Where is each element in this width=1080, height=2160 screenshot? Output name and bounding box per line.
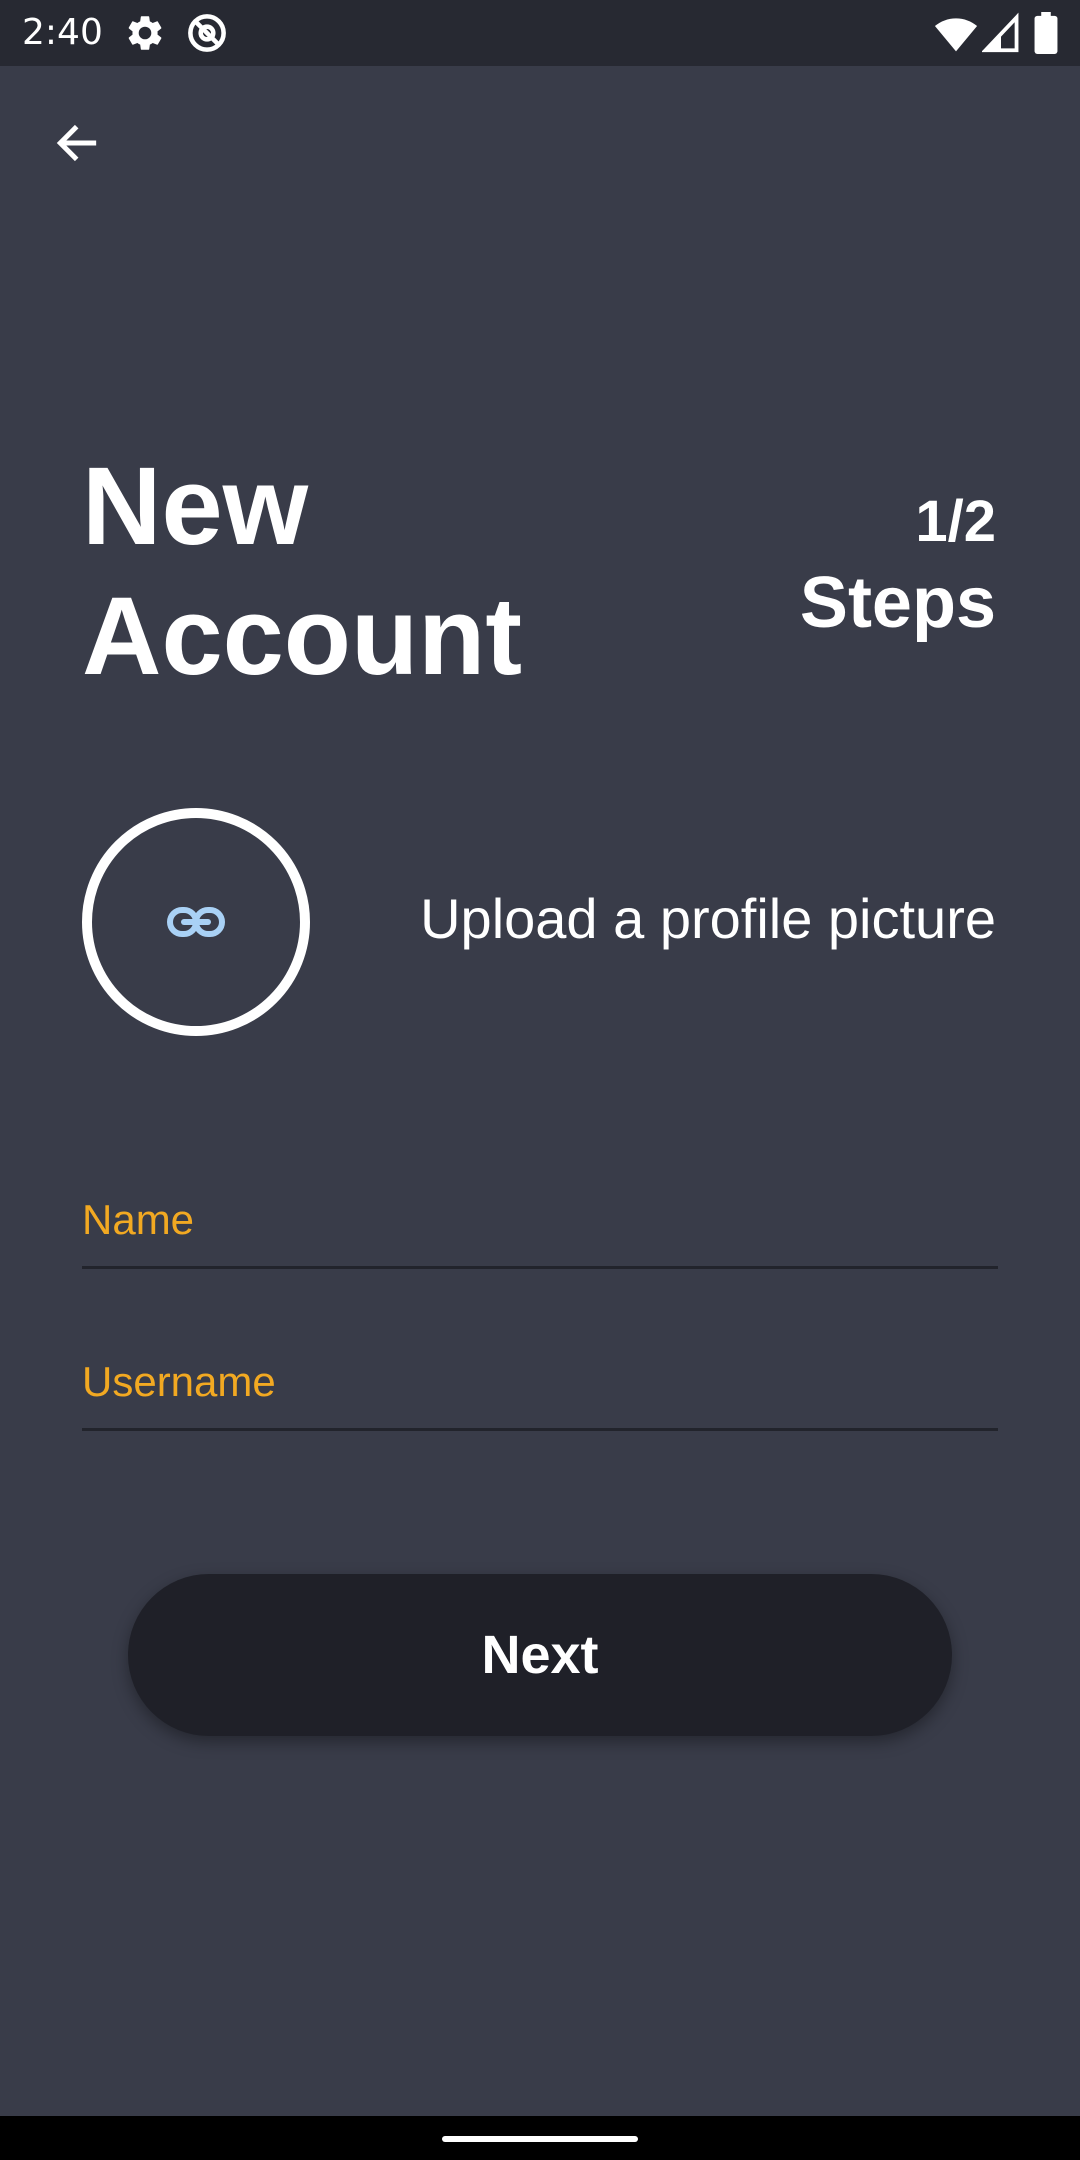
username-input[interactable]: [82, 1342, 1002, 1430]
gear-icon: [128, 16, 162, 50]
username-field[interactable]: Username: [82, 1342, 1002, 1431]
status-time: 2:40: [22, 12, 103, 53]
step-indicator: 1/2 Steps: [800, 484, 996, 646]
name-field[interactable]: Name: [82, 1180, 1002, 1269]
cell-signal-icon: [982, 12, 1019, 53]
name-input[interactable]: [82, 1180, 1002, 1268]
wifi-icon: [934, 18, 978, 52]
status-bar: 2:40: [0, 0, 1080, 66]
next-button[interactable]: Next: [128, 1574, 952, 1736]
back-button[interactable]: [44, 110, 110, 176]
arrow-left-icon: [56, 124, 97, 162]
battery-icon: [1034, 12, 1058, 54]
link-icon: [167, 907, 225, 937]
page-title: New Account: [82, 442, 682, 702]
page-title-line-2: Account: [82, 575, 522, 698]
home-indicator[interactable]: [442, 2136, 638, 2142]
step-label: Steps: [799, 563, 996, 643]
profile-picture-upload-button[interactable]: [82, 808, 310, 1036]
page-title-line-1: New: [82, 445, 309, 568]
upload-profile-picture-label[interactable]: Upload a profile picture: [420, 884, 996, 954]
at-sign-icon: [188, 14, 226, 52]
step-count: 1/2: [915, 489, 996, 554]
